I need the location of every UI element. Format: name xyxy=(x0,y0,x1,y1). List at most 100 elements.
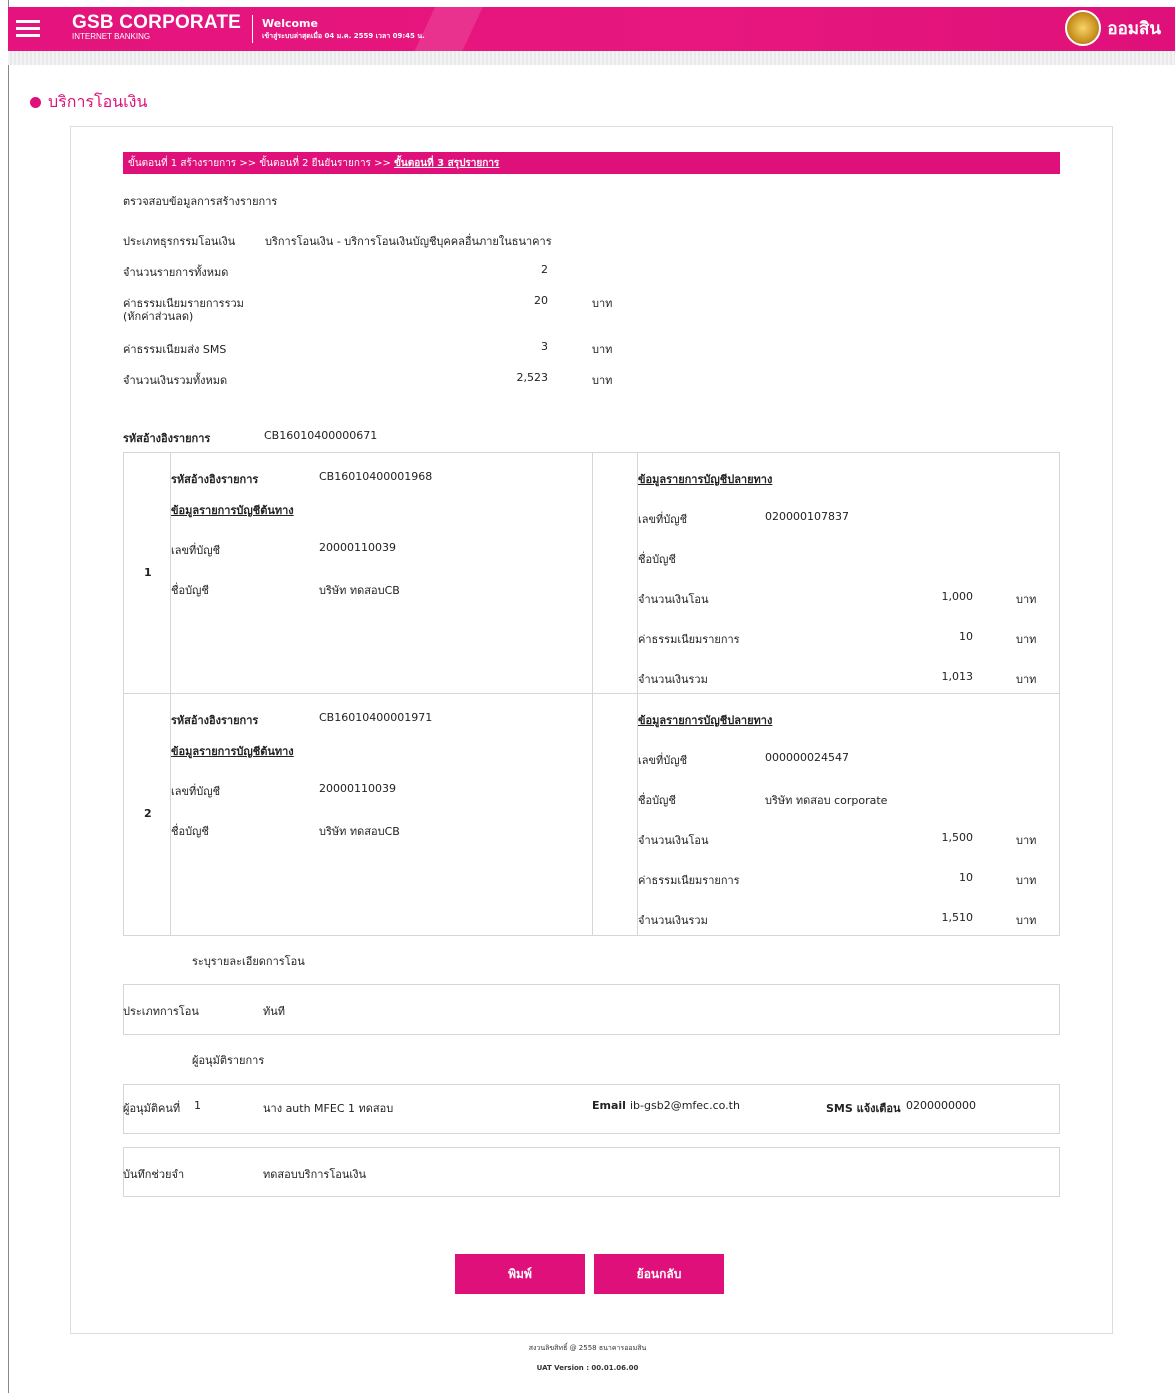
header-divider xyxy=(252,15,253,43)
item-total-value: 1,510 xyxy=(941,911,974,924)
transaction-type-label: ประเภทธุรกรรมโอนเงิน xyxy=(123,235,236,248)
fee-unit: บาท xyxy=(1016,874,1037,887)
transfer-amount-label: จำนวนเงินโอน xyxy=(638,834,709,847)
table-divider xyxy=(592,452,593,936)
header-strip xyxy=(8,51,1175,65)
dest-account-no-label: เลขที่บัญชี xyxy=(638,513,688,526)
item-ref-value: CB16010400001968 xyxy=(319,470,433,483)
item-total-unit: บาท xyxy=(1016,914,1037,927)
fee-label: ค่าธรรมเนียมรายการ xyxy=(638,874,740,887)
item-total-label: จำนวนเงินรวม xyxy=(638,673,708,686)
source-account-no-value: 20000110039 xyxy=(319,782,396,795)
source-account-heading: ข้อมูลรายการบัญชีต้นทาง xyxy=(171,745,294,758)
step-1: ขั้นตอนที่ 1 สร้างรายการ xyxy=(128,158,237,169)
step-separator: >> xyxy=(239,158,257,169)
summary-heading: ตรวจสอบข้อมูลการสร้างรายการ xyxy=(123,195,278,208)
source-account-no-label: เลขที่บัญชี xyxy=(171,785,221,798)
item-ref-label: รหัสอ้างอิงรายการ xyxy=(171,473,259,486)
welcome-block: Welcome เข้าสู่ระบบล่าสุดเมื่อ 04 ม.ค. 2… xyxy=(262,17,425,42)
transfer-amount-unit: บาท xyxy=(1016,593,1037,606)
step-3-current: ขั้นตอนที่ 3 สรุปรายการ xyxy=(394,158,500,169)
item-ref-value: CB16010400001971 xyxy=(319,711,433,724)
table-divider xyxy=(123,693,1060,694)
approver-email-label: Email xyxy=(592,1099,626,1112)
sms-fee-label: ค่าธรรมเนียมส่ง SMS xyxy=(123,343,227,356)
item-total-label: จำนวนเงินรวม xyxy=(638,914,708,927)
transfer-detail-heading: ระบุรายละเอียดการโอน xyxy=(192,955,305,968)
approver-sms-value: 0200000000 xyxy=(906,1099,976,1112)
grand-total-value: 2,523 xyxy=(516,371,549,384)
item-total-unit: บาท xyxy=(1016,673,1037,686)
top-header: GSB CORPORATE INTERNET BANKING Welcome เ… xyxy=(8,7,1175,51)
memo-value: ทดสอบบริการโอนเงิน xyxy=(263,1168,367,1181)
approver-index: 1 xyxy=(194,1099,201,1112)
item-index: 2 xyxy=(144,807,152,820)
table-divider xyxy=(170,452,171,936)
batch-ref-value: CB16010400000671 xyxy=(264,429,378,442)
source-account-name-label: ชื่อบัญชี xyxy=(171,825,209,838)
total-fee-sublabel: (หักค่าส่วนลด) xyxy=(123,310,194,323)
source-account-name-value: บริษัท ทดสอบCB xyxy=(319,825,400,838)
memo-label: บันทึกช่วยจำ xyxy=(123,1168,185,1181)
destination-account-heading: ข้อมูลรายการบัญชีปลายทาง xyxy=(638,473,773,486)
approver-label: ผู้อนุมัติคนที่ xyxy=(123,1102,181,1115)
transfer-type-value: ทันที xyxy=(263,1005,286,1018)
transfer-amount-label: จำนวนเงินโอน xyxy=(638,593,709,606)
total-items-value: 2 xyxy=(541,263,548,276)
source-account-no-value: 20000110039 xyxy=(319,541,396,554)
grand-total-unit: บาท xyxy=(592,374,613,387)
fee-unit: บาท xyxy=(1016,633,1037,646)
dest-account-name-label: ชื่อบัญชี xyxy=(638,794,676,807)
step-indicator: ขั้นตอนที่ 1 สร้างรายการ >> ขั้นตอนที่ 2… xyxy=(123,152,1060,174)
approver-name: นาง auth MFEC 1 ทดสอบ xyxy=(263,1102,394,1115)
transaction-type-value: บริการโอนเงิน - บริการโอนเงินบัญชีบุคคลอ… xyxy=(265,235,552,248)
footer-copyright: สงวนลิขสิทธิ์ @ 2558 ธนาคารออมสิน xyxy=(528,1344,647,1352)
sms-fee-value: 3 xyxy=(541,340,548,353)
source-account-name-label: ชื่อบัญชี xyxy=(171,584,209,597)
back-button[interactable]: ย้อนกลับ xyxy=(594,1254,724,1294)
brand: GSB CORPORATE INTERNET BANKING xyxy=(72,12,241,41)
total-fee-unit: บาท xyxy=(592,297,613,310)
batch-ref-label: รหัสอ้างอิงรายการ xyxy=(123,432,211,445)
bank-name: ออมสิน xyxy=(1107,18,1161,39)
welcome-text: Welcome xyxy=(262,17,318,30)
dest-account-no-value: 000000024547 xyxy=(765,751,849,764)
fee-value: 10 xyxy=(959,630,973,643)
last-login-text: เข้าสู่ระบบล่าสุดเมื่อ 04 ม.ค. 2559 เวลา… xyxy=(262,32,425,40)
grand-total-label: จำนวนเงินรวมทั้งหมด xyxy=(123,374,228,387)
dest-account-no-label: เลขที่บัญชี xyxy=(638,754,688,767)
step-2: ขั้นตอนที่ 2 ยืนยันรายการ xyxy=(259,158,371,169)
approver-sms-label: SMS แจ้งเตือน xyxy=(826,1102,901,1115)
total-fee-value: 20 xyxy=(534,294,548,307)
item-total-value: 1,013 xyxy=(941,670,974,683)
bank-logo: ออมสิน xyxy=(1065,10,1161,46)
transfer-type-label: ประเภทการโอน xyxy=(123,1005,199,1018)
dest-account-name-value: บริษัท ทดสอบ corporate xyxy=(765,794,888,807)
item-index: 1 xyxy=(144,566,152,579)
page-title-text: บริการโอนเงิน xyxy=(48,92,148,111)
transfer-amount-value: 1,500 xyxy=(941,831,974,844)
dest-account-name-label: ชื่อบัญชี xyxy=(638,553,676,566)
transfer-amount-unit: บาท xyxy=(1016,834,1037,847)
dest-account-no-value: 020000107837 xyxy=(765,510,849,523)
destination-account-heading: ข้อมูลรายการบัญชีปลายทาง xyxy=(638,714,773,727)
bullet-dot-icon xyxy=(30,97,41,108)
footer-version: UAT Version : 00.01.06.00 xyxy=(536,1364,639,1372)
print-button[interactable]: พิมพ์ xyxy=(455,1254,585,1294)
source-account-heading: ข้อมูลรายการบัญชีต้นทาง xyxy=(171,504,294,517)
step-separator: >> xyxy=(374,158,391,169)
sms-fee-unit: บาท xyxy=(592,343,613,356)
approvers-heading: ผู้อนุมัติรายการ xyxy=(192,1054,265,1067)
source-account-name-value: บริษัท ทดสอบCB xyxy=(319,584,400,597)
fee-value: 10 xyxy=(959,871,973,884)
source-account-no-label: เลขที่บัญชี xyxy=(171,544,221,557)
total-items-label: จำนวนรายการทั้งหมด xyxy=(123,266,229,279)
transfer-amount-value: 1,000 xyxy=(941,590,974,603)
fee-label: ค่าธรรมเนียมรายการ xyxy=(638,633,740,646)
item-ref-label: รหัสอ้างอิงรายการ xyxy=(171,714,259,727)
brand-title: GSB CORPORATE xyxy=(72,12,242,33)
approver-email-value: ib-gsb2@mfec.co.th xyxy=(630,1099,740,1112)
page-title: บริการโอนเงิน xyxy=(30,90,147,115)
hamburger-menu-icon[interactable] xyxy=(8,7,48,51)
bank-seal-icon xyxy=(1065,10,1102,46)
